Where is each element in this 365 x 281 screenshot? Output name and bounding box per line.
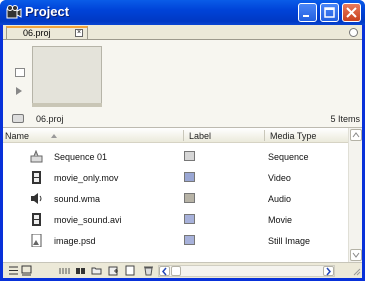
list-row-movie-only[interactable]: movie_only.mov Video xyxy=(3,167,348,188)
scroll-down-button[interactable] xyxy=(350,249,362,261)
column-divider[interactable] xyxy=(264,130,265,141)
tab-strip: 06.proj × xyxy=(3,25,362,39)
project-info-bar: 06.proj 5 Items xyxy=(3,111,362,127)
project-list: Name Label Media Type Sequence 01 Sequen… xyxy=(3,127,362,263)
new-bin-icon[interactable] xyxy=(91,265,102,276)
column-divider[interactable] xyxy=(183,130,184,141)
close-icon xyxy=(346,7,357,18)
new-item-icon[interactable] xyxy=(108,265,119,276)
tab-label: 06.proj xyxy=(23,28,51,38)
find-icon[interactable] xyxy=(75,265,86,276)
folder-up-icon[interactable] xyxy=(12,114,24,123)
minimize-button[interactable] xyxy=(298,3,317,22)
item-media-type: Video xyxy=(268,173,291,183)
label-swatch[interactable] xyxy=(184,235,195,245)
column-header-name[interactable]: Name xyxy=(5,131,29,141)
panel-client: 06.proj × 06.proj 5 Items Name Label Med xyxy=(3,25,362,278)
chevron-left-icon xyxy=(162,267,167,276)
sort-ascending-icon xyxy=(51,134,57,138)
label-swatch[interactable] xyxy=(184,214,195,224)
preview-thumbnail xyxy=(32,46,102,106)
tab-close-icon[interactable]: × xyxy=(75,29,83,37)
item-media-type: Audio xyxy=(268,194,292,204)
new-item-menu-icon[interactable] xyxy=(125,265,136,276)
chevron-up-icon xyxy=(352,132,360,138)
item-name: movie_only.mov xyxy=(54,173,119,183)
title-bar[interactable]: Project xyxy=(0,0,365,25)
project-name: 06.proj xyxy=(36,114,64,124)
scroll-right-button[interactable] xyxy=(323,266,334,276)
chevron-right-icon xyxy=(326,267,331,276)
play-icon[interactable] xyxy=(16,87,22,95)
maximize-button[interactable] xyxy=(320,3,339,22)
list-row-sound[interactable]: sound.wma Audio xyxy=(3,188,348,209)
film-icon xyxy=(32,171,41,184)
project-window: Project 06.proj × 06.proj 5 Items Name L… xyxy=(0,0,365,281)
scroll-left-button[interactable] xyxy=(159,266,170,276)
scroll-up-button[interactable] xyxy=(350,129,362,141)
maximize-icon xyxy=(324,7,335,18)
list-view-icon[interactable] xyxy=(8,265,19,276)
list-row-movie-sound[interactable]: movie_sound.avi Movie xyxy=(3,209,348,230)
item-media-type: Sequence xyxy=(268,152,309,162)
column-header-media-type[interactable]: Media Type xyxy=(270,131,316,141)
close-button[interactable] xyxy=(342,3,361,22)
trash-icon[interactable] xyxy=(143,265,154,276)
image-file-icon xyxy=(31,234,42,247)
resize-grip-icon[interactable] xyxy=(351,266,361,276)
list-header: Name Label Media Type xyxy=(3,128,348,143)
item-media-type: Still Image xyxy=(268,236,311,246)
item-name: sound.wma xyxy=(54,194,101,204)
horizontal-scrollbar[interactable] xyxy=(158,265,335,277)
sequence-icon xyxy=(30,150,43,163)
chevron-down-icon xyxy=(352,252,360,258)
label-swatch[interactable] xyxy=(184,151,195,161)
automate-to-sequence-icon[interactable] xyxy=(59,265,70,276)
bottom-toolbar xyxy=(3,262,362,278)
item-name: image.psd xyxy=(54,236,96,246)
item-name: Sequence 01 xyxy=(54,152,108,162)
project-app-icon xyxy=(6,5,22,19)
label-swatch[interactable] xyxy=(184,193,195,203)
icon-view-icon[interactable] xyxy=(21,265,32,276)
film-icon xyxy=(32,213,41,226)
label-swatch[interactable] xyxy=(184,172,195,182)
item-media-type: Movie xyxy=(268,215,293,225)
minimize-icon xyxy=(303,15,309,17)
scroll-thumb[interactable] xyxy=(171,266,181,276)
item-count: 5 Items xyxy=(330,114,360,124)
column-header-label[interactable]: Label xyxy=(189,131,211,141)
panel-menu-icon[interactable] xyxy=(349,28,358,37)
tab-project[interactable]: 06.proj × xyxy=(6,26,88,39)
window-title: Project xyxy=(25,4,70,19)
preview-area xyxy=(3,39,362,111)
speaker-icon xyxy=(31,193,42,204)
list-row-sequence[interactable]: Sequence 01 Sequence xyxy=(3,146,348,167)
list-row-image[interactable]: image.psd Still Image xyxy=(3,230,348,251)
vertical-scrollbar[interactable] xyxy=(348,128,362,263)
preview-scrub-bar[interactable] xyxy=(32,103,102,107)
poster-frame-icon[interactable] xyxy=(15,68,25,77)
item-name: movie_sound.avi xyxy=(54,215,122,225)
